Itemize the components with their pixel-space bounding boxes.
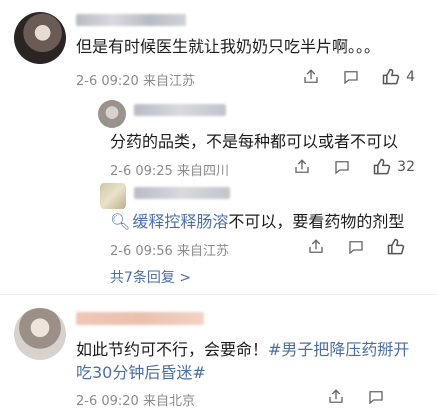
comment-actions: 4: [300, 66, 415, 88]
avatar[interactable]: [14, 12, 66, 64]
thumbs-up-icon: [380, 66, 402, 88]
thumbs-up-icon: [371, 156, 393, 178]
comment-icon[interactable]: [365, 386, 387, 408]
divider: [0, 294, 437, 295]
reply-actions: 32: [291, 156, 415, 178]
reply-avatar[interactable]: [100, 183, 126, 209]
reply-location: 来自四川: [176, 164, 229, 179]
share-icon[interactable]: [300, 66, 322, 88]
reply-username-blurred[interactable]: [134, 104, 226, 116]
avatar[interactable]: [14, 308, 66, 360]
like-button[interactable]: 32: [371, 156, 415, 178]
comment-text: 如此节约可不行，会要命！#男子把降压药掰开: [76, 339, 409, 361]
comment-meta: 2-6 09:20 来自江苏: [76, 70, 195, 89]
username-blurred[interactable]: [76, 14, 186, 26]
reply-text-rest: 不可以，要看药物的剂型: [228, 212, 405, 231]
like-button[interactable]: 4: [380, 66, 415, 88]
comment-time: 2-6 09:20: [76, 74, 139, 89]
reply-actions: [305, 236, 407, 258]
reply-time: 2-6 09:25: [110, 164, 173, 179]
like-count: 32: [397, 159, 415, 175]
reply-meta: 2-6 09:56 来自江苏: [110, 240, 229, 259]
hashtag-link[interactable]: #男子把降压药掰开: [268, 340, 409, 359]
reply-text: 🔍︎ 缓释控释肠溶不可以，要看药物的剂型: [110, 211, 404, 233]
comment-location: 来自北京: [142, 394, 195, 409]
reply-time: 2-6 09:56: [110, 244, 173, 259]
comment-time: 2-6 09:20: [76, 394, 139, 409]
thumbs-up-icon[interactable]: [385, 236, 407, 258]
reply-username-blurred[interactable]: [134, 187, 230, 199]
search-link[interactable]: 🔍︎ 缓释控释肠溶: [110, 212, 228, 231]
search-link-text: 缓释控释肠溶: [132, 212, 229, 231]
reply-avatar[interactable]: [98, 100, 126, 128]
search-icon: 🔍︎: [110, 212, 131, 231]
more-replies-link[interactable]: 共7条回复 >: [110, 267, 191, 287]
comment-text-line2: 吃30分钟后昏迷#: [76, 362, 206, 384]
comment-meta: 2-6 09:20 来自北京: [76, 390, 195, 409]
comment-location: 来自江苏: [142, 74, 195, 89]
hashtag-link[interactable]: 吃30分钟后昏迷#: [76, 363, 206, 382]
reply-meta: 2-6 09:25 来自四川: [110, 160, 229, 179]
comment-text: 但是有时候医生就让我奶奶只吃半片啊。。。: [76, 37, 381, 56]
share-icon[interactable]: [325, 386, 347, 408]
comment-icon[interactable]: [345, 236, 367, 258]
reply-text: 分药的品类，不是每种都可以或者不可以: [110, 132, 399, 151]
like-count: 4: [406, 69, 415, 85]
share-icon[interactable]: [291, 156, 313, 178]
comment-text-plain: 如此节约可不行，会要命！: [76, 340, 269, 359]
username-blurred[interactable]: [76, 312, 204, 325]
comment-icon[interactable]: [340, 66, 362, 88]
share-icon[interactable]: [305, 236, 327, 258]
comment-actions: [325, 386, 387, 408]
reply-location: 来自江苏: [176, 244, 229, 259]
comment-icon[interactable]: [331, 156, 353, 178]
